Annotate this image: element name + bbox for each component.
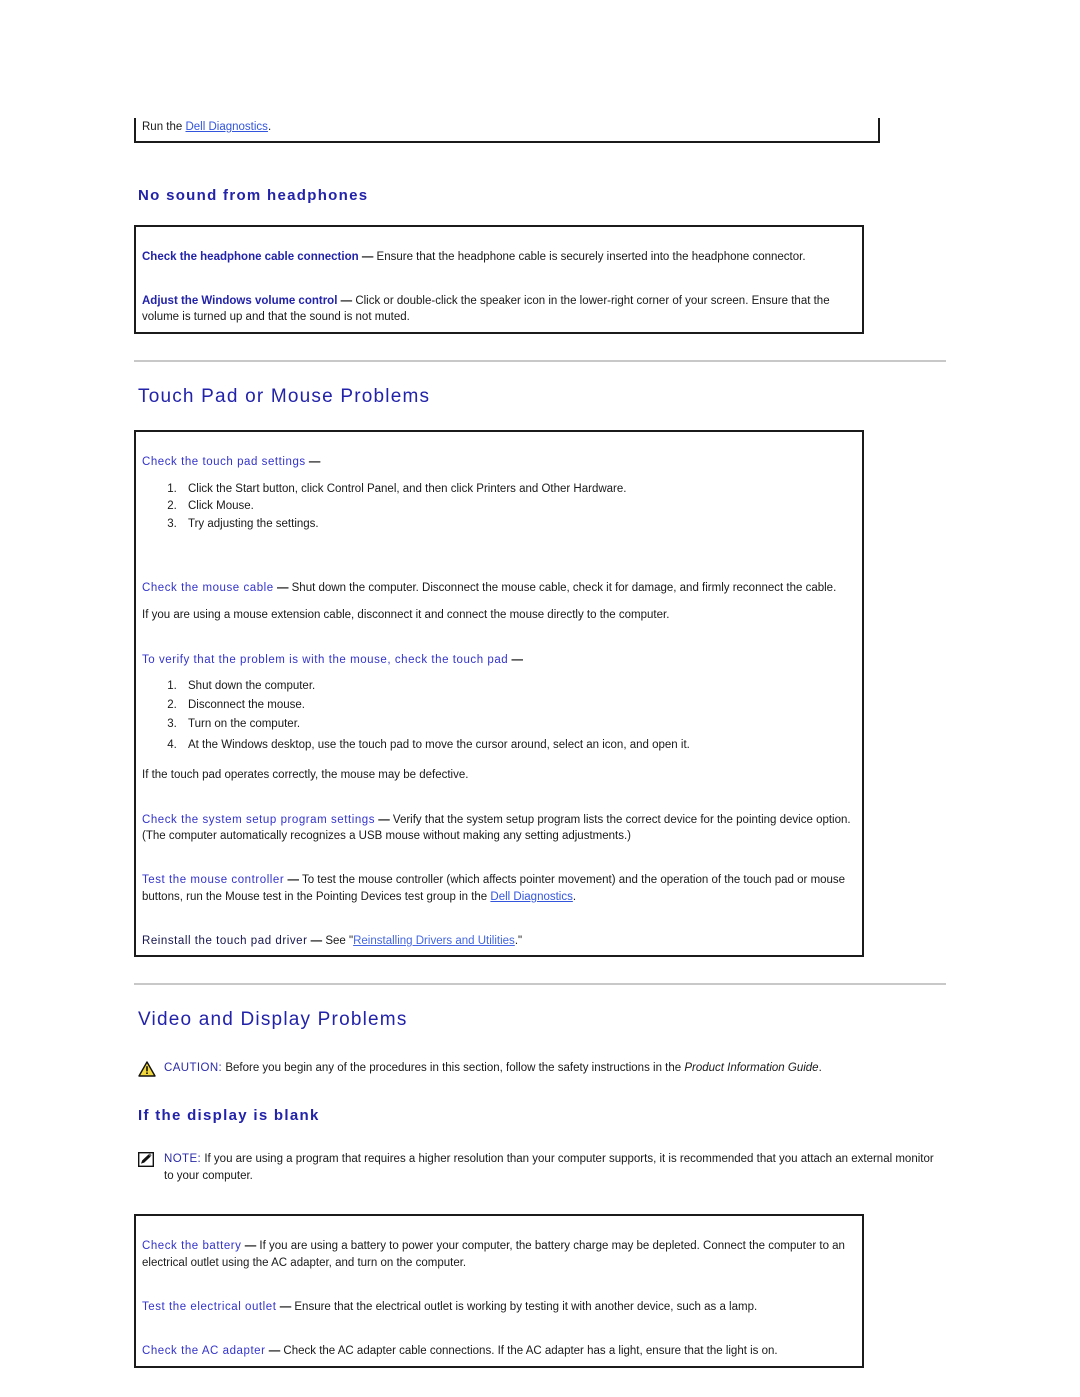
tip-row: Check the headphone cable connection — E… — [135, 226, 863, 271]
tip-row: Check the battery — If you are using a b… — [135, 1215, 863, 1277]
list-item: Disconnect the mouse. — [180, 697, 856, 715]
tip-paragraph: Check the mouse cable — Shut down the co… — [142, 580, 856, 596]
section-divider — [134, 983, 946, 986]
tiptable-touch-pad-mouse: Check the touch pad settings — Click the… — [134, 430, 864, 958]
tip-row: Adjust the Windows volume control — Clic… — [135, 271, 863, 333]
tip-paragraph: Test the electrical outlet — Ensure that… — [142, 1299, 856, 1315]
tip-body: Check the AC adapter cable connections. … — [283, 1345, 778, 1358]
tip-body: Shut down the computer. Disconnect the m… — [291, 582, 837, 595]
tip-steps-list: Click the Start button, click Control Pa… — [142, 481, 856, 534]
tip-dash: — — [276, 582, 289, 595]
tip-body-post-link: ." — [514, 934, 523, 947]
heading-if-the-display-is-blank: If the display is blank — [138, 1107, 320, 1125]
tiptable-no-sound-headphones: Check the headphone cable connection — E… — [134, 224, 864, 334]
tip-dash: — — [244, 1240, 257, 1253]
tip-lead-label: Check the system setup program settings — [142, 813, 376, 826]
list-item: Try adjusting the settings. — [180, 516, 856, 534]
caution-label: CAUTION: — [164, 1062, 223, 1075]
tip-dash: — — [279, 1301, 292, 1314]
section-divider — [134, 359, 946, 362]
tip-dash: — — [511, 653, 523, 666]
heading-no-sound-from-headphones: No sound from headphones — [138, 186, 369, 204]
note-label: NOTE: — [164, 1153, 202, 1166]
tip-lead-label: Check the battery — [142, 1240, 242, 1253]
tip-extra-paragraph: If the touch pad operates correctly, the… — [142, 769, 469, 782]
tip-paragraph: Adjust the Windows volume control — Clic… — [142, 293, 856, 326]
note-body: If you are using a program that requires… — [164, 1153, 934, 1182]
list-item: Click the Start button, click Control Pa… — [180, 481, 856, 499]
caution-admonition: CAUTION: Before you begin any of the pro… — [138, 1060, 944, 1077]
list-item: Turn on the computer. — [180, 716, 856, 734]
tip-dash: — — [361, 250, 374, 263]
tip-dash: — — [308, 456, 321, 469]
dell-diagnostics-link[interactable]: Dell Diagnostics — [185, 121, 267, 133]
tip-extra-paragraph: If you are using a mouse extension cable… — [142, 609, 670, 622]
dell-diagnostics-link[interactable]: Dell Diagnostics — [490, 891, 572, 903]
document-page: Run the Dell Diagnostics. No sound from … — [0, 0, 1080, 1397]
list-item: At the Windows desktop, use the touch pa… — [180, 737, 856, 755]
tip-lead-label: Adjust the Windows volume control — [142, 294, 338, 307]
caution-text: CAUTION: Before you begin any of the pro… — [164, 1060, 944, 1077]
heading-touch-pad-or-mouse-problems: Touch Pad or Mouse Problems — [138, 385, 431, 407]
tip-body-pre-link: See " — [325, 934, 354, 947]
tip-steps-list: Shut down the computer. Disconnect the m… — [142, 678, 856, 755]
tip-paragraph: Test the mouse controller — To test the … — [142, 872, 856, 905]
note-pencil-icon — [137, 1152, 156, 1168]
list-item: Click Mouse. — [180, 498, 856, 516]
tip-lead-label: Check the mouse cable — [142, 582, 274, 595]
caution-italic-title: Product Information Guide — [684, 1062, 819, 1075]
caution-body-before: Before you begin any of the procedures i… — [222, 1062, 685, 1075]
top-fragment-text-before: Run the — [142, 121, 186, 133]
tip-dash: — — [268, 1345, 281, 1358]
tip-dash: — — [287, 874, 299, 887]
tip-row: To verify that the problem is with the m… — [135, 630, 863, 790]
tip-paragraph: Reinstall the touch pad driver — See "Re… — [142, 933, 856, 949]
tip-row: Test the mouse controller — To test the … — [135, 850, 863, 911]
tip-body-post-link: . — [572, 890, 577, 903]
heading-video-and-display-problems: Video and Display Problems — [138, 1009, 408, 1031]
tip-paragraph: Check the AC adapter — Check the AC adap… — [142, 1343, 856, 1359]
tip-row: Check the AC adapter — Check the AC adap… — [135, 1321, 863, 1366]
reinstalling-drivers-and-utilities-link[interactable]: Reinstalling Drivers and Utilities — [353, 935, 515, 947]
tip-paragraph: Check the battery — If you are using a b… — [142, 1238, 856, 1271]
list-item: Shut down the computer. — [180, 678, 856, 696]
note-text: NOTE: If you are using a program that re… — [164, 1151, 944, 1184]
tip-lead-label: Test the electrical outlet — [142, 1301, 277, 1314]
tip-dash: — — [378, 813, 390, 826]
tip-lead-label: To verify that the problem is with the m… — [142, 653, 509, 666]
caution-body-after: . — [818, 1062, 822, 1075]
tip-dash: — — [310, 934, 323, 947]
tip-row: Test the electrical outlet — Ensure that… — [135, 1277, 863, 1321]
tip-paragraph: Check the system setup program settings … — [142, 812, 856, 845]
tip-body: Ensure that the electrical outlet is wor… — [294, 1301, 758, 1314]
tip-lead-label: Reinstall the touch pad driver — [142, 934, 308, 947]
tip-lead-label: Check the touch pad settings — [142, 456, 306, 469]
tip-paragraph: Check the touch pad settings — — [142, 454, 856, 470]
note-admonition: NOTE: If you are using a program that re… — [137, 1151, 944, 1184]
warning-triangle-icon — [138, 1061, 156, 1077]
tip-paragraph: Check the headphone cable connection — E… — [142, 249, 856, 265]
tip-lead-label: Test the mouse controller — [142, 874, 285, 887]
tip-row: Check the mouse cable — Shut down the co… — [135, 558, 863, 630]
top-table-fragment: Run the Dell Diagnostics. — [134, 118, 880, 143]
top-fragment-text-after: . — [267, 121, 272, 133]
tiptable-display-blank: Check the battery — If you are using a b… — [134, 1214, 864, 1368]
tip-paragraph: To verify that the problem is with the m… — [142, 652, 856, 668]
tip-lead-label: Check the AC adapter — [142, 1345, 266, 1358]
document-content: Run the Dell Diagnostics. No sound from … — [134, 0, 946, 1368]
tip-dash: — — [340, 294, 353, 307]
tip-body: Ensure that the headphone cable is secur… — [376, 250, 806, 263]
tip-row: Check the system setup program settings … — [135, 790, 863, 851]
tip-row: Check the touch pad settings — Click the… — [135, 431, 863, 558]
tip-lead-label: Check the headphone cable connection — [142, 250, 359, 263]
tip-row: Reinstall the touch pad driver — See "Re… — [135, 911, 863, 956]
